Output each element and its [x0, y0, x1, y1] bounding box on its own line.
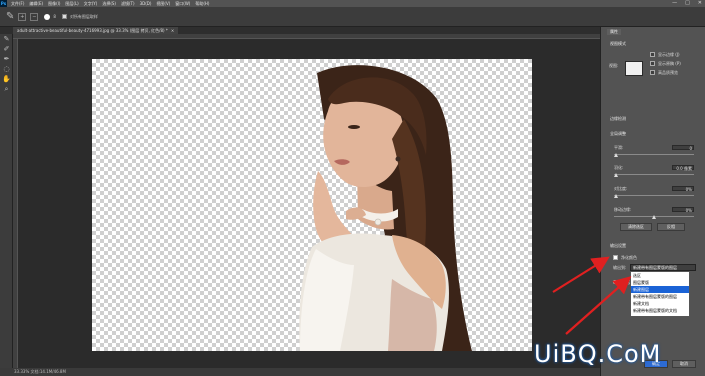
cancel-button[interactable]: 取消 — [672, 360, 696, 368]
show-original-checkbox[interactable] — [650, 61, 655, 66]
minimize-icon[interactable]: — — [672, 0, 677, 6]
canvas-area[interactable] — [18, 39, 600, 368]
menu-filter[interactable]: 滤镜(T) — [121, 1, 135, 7]
output-settings-heading[interactable]: 输出设置 — [610, 243, 626, 249]
view-mode-heading: 视图模式 — [610, 41, 626, 46]
zoom-tool-icon[interactable]: ⌕ — [0, 84, 13, 94]
refine-edge-brush-icon[interactable]: ✐ — [0, 44, 13, 54]
output-to-label: 输出到: — [613, 265, 627, 270]
hand-tool-icon[interactable]: ✋ — [0, 74, 13, 84]
menu-select[interactable]: 选择(S) — [102, 1, 116, 7]
add-mode-button[interactable]: + — [18, 12, 27, 21]
menu-file[interactable]: 文件(F) — [11, 1, 24, 7]
global-refine-heading[interactable]: 全局调整 — [610, 131, 626, 137]
quick-select-brush-icon[interactable]: ✎ — [6, 11, 14, 22]
show-edge-checkbox[interactable] — [650, 52, 655, 57]
dropdown-option-selected[interactable]: 新建图层 — [631, 286, 689, 293]
contrast-slider[interactable] — [614, 195, 694, 196]
close-icon[interactable]: ✕ — [698, 0, 702, 6]
status-bar: 33.33% 文档:14.1M/46.8M — [0, 368, 600, 376]
brush-size: 8 — [53, 14, 56, 19]
shift-edge-label: 移动边缘: — [614, 207, 632, 212]
smooth-label: 平滑: — [614, 145, 624, 150]
remember-settings-checkbox[interactable] — [613, 280, 617, 284]
clear-selection-button[interactable]: 清除选区 — [620, 223, 652, 231]
menu-edit[interactable]: 编辑(E) — [29, 1, 43, 7]
feather-label: 羽化: — [614, 165, 624, 170]
output-to-select[interactable]: 新建带有图层蒙版的图层 — [630, 264, 696, 271]
window-controls: — □ ✕ — [672, 0, 702, 6]
watermark-logo: UiBQ.CoM — [534, 340, 662, 368]
maximize-icon[interactable]: □ — [685, 0, 690, 6]
dropdown-option[interactable]: 图层蒙版 — [631, 279, 689, 286]
brush-preset-picker[interactable] — [44, 13, 51, 20]
document-tab-bar: adult-attractive-beautiful-beauty-471699… — [0, 27, 600, 34]
subtract-mode-button[interactable]: − — [30, 12, 39, 21]
output-to-dropdown-list: 选区 图层蒙版 新建图层 新建带有图层蒙版的图层 新建文档 新建带有图层蒙版的文… — [630, 271, 690, 317]
menu-window[interactable]: 窗口(W) — [175, 1, 190, 7]
properties-panel: 属性 视图模式 视图: 显示边缘 (J) 显示原稿 (P) 高品质预览 边缘检测… — [600, 27, 705, 376]
feather-slider[interactable] — [614, 174, 694, 175]
menu-list: 文件(F) 编辑(E) 图像(I) 图层(L) 文字(Y) 选择(S) 滤镜(T… — [11, 1, 209, 7]
sample-all-layers-checkbox[interactable] — [61, 14, 67, 19]
subject-cutout — [299, 65, 472, 351]
tab-properties[interactable]: 属性 — [607, 29, 621, 35]
view-mode-thumbnail[interactable] — [625, 61, 643, 76]
edge-detection-heading[interactable]: 边缘检测 — [610, 116, 626, 122]
status-text: 33.33% 文档:14.1M/46.8M — [14, 369, 66, 374]
shift-edge-value[interactable]: 0% — [672, 207, 694, 213]
dropdown-option[interactable]: 新建带有图层蒙版的文档 — [631, 307, 689, 314]
menu-image[interactable]: 图像(I) — [48, 1, 60, 7]
lasso-tool-icon[interactable]: ◌ — [0, 64, 13, 74]
menu-layer[interactable]: 图层(L) — [65, 1, 78, 7]
menu-type[interactable]: 文字(Y) — [84, 1, 98, 7]
view-label: 视图: — [609, 63, 619, 68]
dropdown-option[interactable]: 新建文档 — [631, 300, 689, 307]
photoshop-logo: Ps — [0, 0, 7, 7]
show-original-label: 显示原稿 (P) — [658, 61, 681, 66]
document-tab-title: adult-attractive-beautiful-beauty-471699… — [17, 27, 168, 33]
show-edge-label: 显示边缘 (J) — [658, 52, 680, 57]
document-canvas[interactable] — [92, 59, 532, 351]
contrast-value[interactable]: 0% — [672, 186, 694, 192]
document-tab[interactable]: adult-attractive-beautiful-beauty-471699… — [13, 27, 179, 34]
invert-button[interactable]: 反相 — [657, 223, 685, 231]
smooth-slider[interactable] — [614, 154, 694, 155]
feather-value[interactable]: 0.0 像素 — [672, 165, 694, 171]
menu-bar: Ps 文件(F) 编辑(E) 图像(I) 图层(L) 文字(Y) 选择(S) 滤… — [0, 0, 705, 7]
hq-preview-checkbox[interactable] — [650, 70, 655, 75]
dropdown-option[interactable]: 选区 — [631, 272, 689, 279]
decontaminate-colors-label: 净化颜色 — [621, 255, 637, 260]
smooth-value[interactable]: 0 — [672, 145, 694, 151]
tab-close-icon[interactable]: × — [171, 28, 174, 33]
toolbox: ✎ ✐ ✒ ◌ ✋ ⌕ — [0, 34, 13, 368]
menu-view[interactable]: 视图(V) — [156, 1, 170, 7]
options-bar: ✎ + − 8 对所有图层取样 — [0, 7, 705, 27]
brush-tool-icon[interactable]: ✒ — [0, 54, 13, 64]
contrast-label: 对比度: — [614, 186, 628, 191]
quick-selection-tool-icon[interactable]: ✎ — [0, 34, 13, 44]
dropdown-option[interactable]: 新建带有图层蒙版的图层 — [631, 293, 689, 300]
sample-all-layers-label: 对所有图层取样 — [69, 13, 98, 19]
menu-help[interactable]: 帮助(H) — [195, 1, 209, 7]
hq-preview-label: 高品质预览 — [658, 70, 678, 75]
menu-3d[interactable]: 3D(D) — [140, 1, 152, 7]
decontaminate-colors-checkbox[interactable] — [613, 255, 618, 260]
